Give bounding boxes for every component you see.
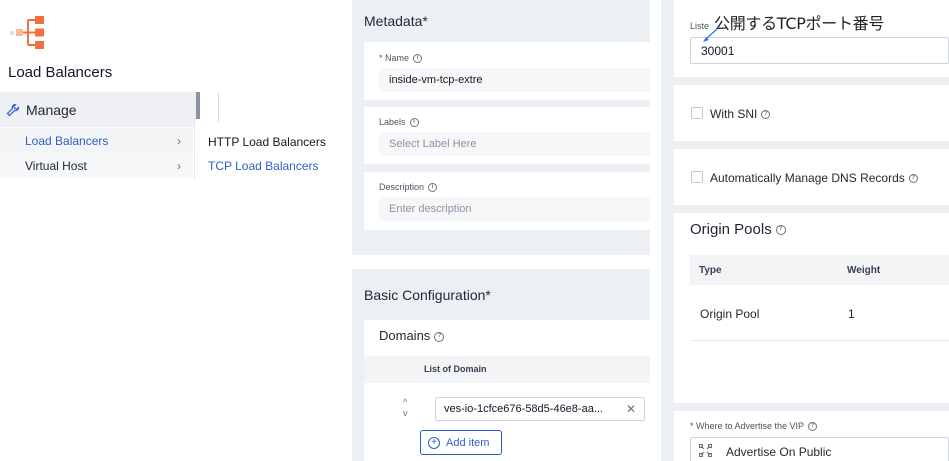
reorder-handle[interactable]: ^ v bbox=[403, 397, 408, 419]
sidebar-manage-group[interactable]: Manage bbox=[0, 92, 196, 127]
with-sni-checkbox[interactable] bbox=[691, 107, 703, 119]
description-input[interactable]: Enter description bbox=[379, 197, 650, 221]
load-balancer-logo-icon bbox=[10, 16, 44, 49]
basic-configuration-title: Basic Configuration* bbox=[364, 287, 491, 303]
menu-item-http-load-balancers[interactable]: HTTP Load Balancers bbox=[208, 135, 326, 149]
flyout-menu: HTTP Load Balancers TCP Load Balancers bbox=[194, 123, 334, 181]
manage-dns-label: Automatically Manage DNS Records? bbox=[710, 171, 918, 185]
sidebar-scrollbar[interactable] bbox=[196, 92, 200, 119]
close-icon[interactable]: ✕ bbox=[626, 402, 636, 416]
network-icon bbox=[699, 444, 712, 457]
column-header-list-of-domain: List of Domain bbox=[424, 364, 487, 374]
add-item-button[interactable]: + Add item bbox=[420, 430, 502, 455]
column-header-weight: Weight bbox=[847, 265, 881, 276]
add-item-label: Add item bbox=[446, 436, 490, 449]
chevron-right-icon: › bbox=[177, 133, 181, 148]
domains-title: Domains? bbox=[379, 328, 445, 343]
domain-list-header: List of Domain bbox=[364, 356, 650, 383]
info-icon: i bbox=[428, 183, 438, 193]
origin-pools-table-header: Type Weight bbox=[690, 255, 949, 285]
table-row[interactable]: Origin Pool 1 bbox=[690, 285, 949, 341]
description-field-card: Description i Enter description bbox=[364, 172, 650, 230]
info-icon: i bbox=[413, 54, 423, 64]
manage-label: Manage bbox=[26, 101, 77, 118]
advertise-label: * Where to Advertise the VIP? bbox=[690, 421, 818, 432]
annotation-text: 公開するTCPポート番号 bbox=[714, 14, 885, 33]
chevron-right-icon: › bbox=[177, 158, 181, 173]
wrench-icon bbox=[6, 103, 20, 116]
annotation-arrow-icon bbox=[703, 27, 719, 42]
manage-dns-checkbox[interactable] bbox=[691, 171, 703, 183]
domain-input[interactable]: ves-io-1cfce676-58d5-46e8-aa... ✕ bbox=[435, 397, 645, 421]
cell-weight: 1 bbox=[848, 307, 855, 321]
sidebar-item-virtual-host[interactable]: Virtual Host › bbox=[0, 153, 193, 178]
metadata-title: Metadata* bbox=[364, 13, 428, 29]
name-field-card: * Name i inside-vm-tcp-extre bbox=[364, 42, 650, 100]
sidebar-title: Load Balancers bbox=[8, 64, 113, 81]
sidebar-item-load-balancers[interactable]: Load Balancers › bbox=[0, 128, 193, 153]
labels-select[interactable]: Select Label Here bbox=[379, 132, 650, 156]
sidebar-item-label: Virtual Host bbox=[25, 158, 87, 173]
info-icon: ? bbox=[908, 174, 918, 184]
plus-circle-icon: + bbox=[428, 436, 440, 449]
with-sni-label: With SNI? bbox=[710, 107, 771, 121]
info-icon: i bbox=[409, 118, 419, 128]
sidebar-item-label: Load Balancers bbox=[25, 133, 109, 148]
domain-value: ves-io-1cfce676-58d5-46e8-aa... bbox=[444, 403, 603, 415]
description-label: Description i bbox=[379, 182, 438, 193]
info-icon: ? bbox=[775, 225, 786, 236]
info-icon: ? bbox=[434, 331, 445, 342]
name-label: * Name i bbox=[379, 53, 423, 64]
menu-item-tcp-load-balancers[interactable]: TCP Load Balancers bbox=[208, 159, 319, 173]
labels-label: Labels i bbox=[379, 117, 419, 128]
column-header-type: Type bbox=[699, 265, 722, 276]
advertise-value: Advertise On Public bbox=[726, 445, 832, 459]
name-input[interactable]: inside-vm-tcp-extre bbox=[379, 68, 650, 92]
origin-pools-title: Origin Pools? bbox=[690, 221, 786, 238]
divider bbox=[218, 92, 219, 122]
cell-type: Origin Pool bbox=[700, 307, 760, 321]
info-icon: ? bbox=[808, 422, 818, 432]
info-icon: ? bbox=[761, 110, 771, 120]
advertise-select[interactable]: Advertise On Public bbox=[690, 437, 949, 461]
listen-port-input[interactable]: 30001 bbox=[690, 37, 949, 64]
labels-field-card: Labels i Select Label Here bbox=[364, 107, 650, 164]
